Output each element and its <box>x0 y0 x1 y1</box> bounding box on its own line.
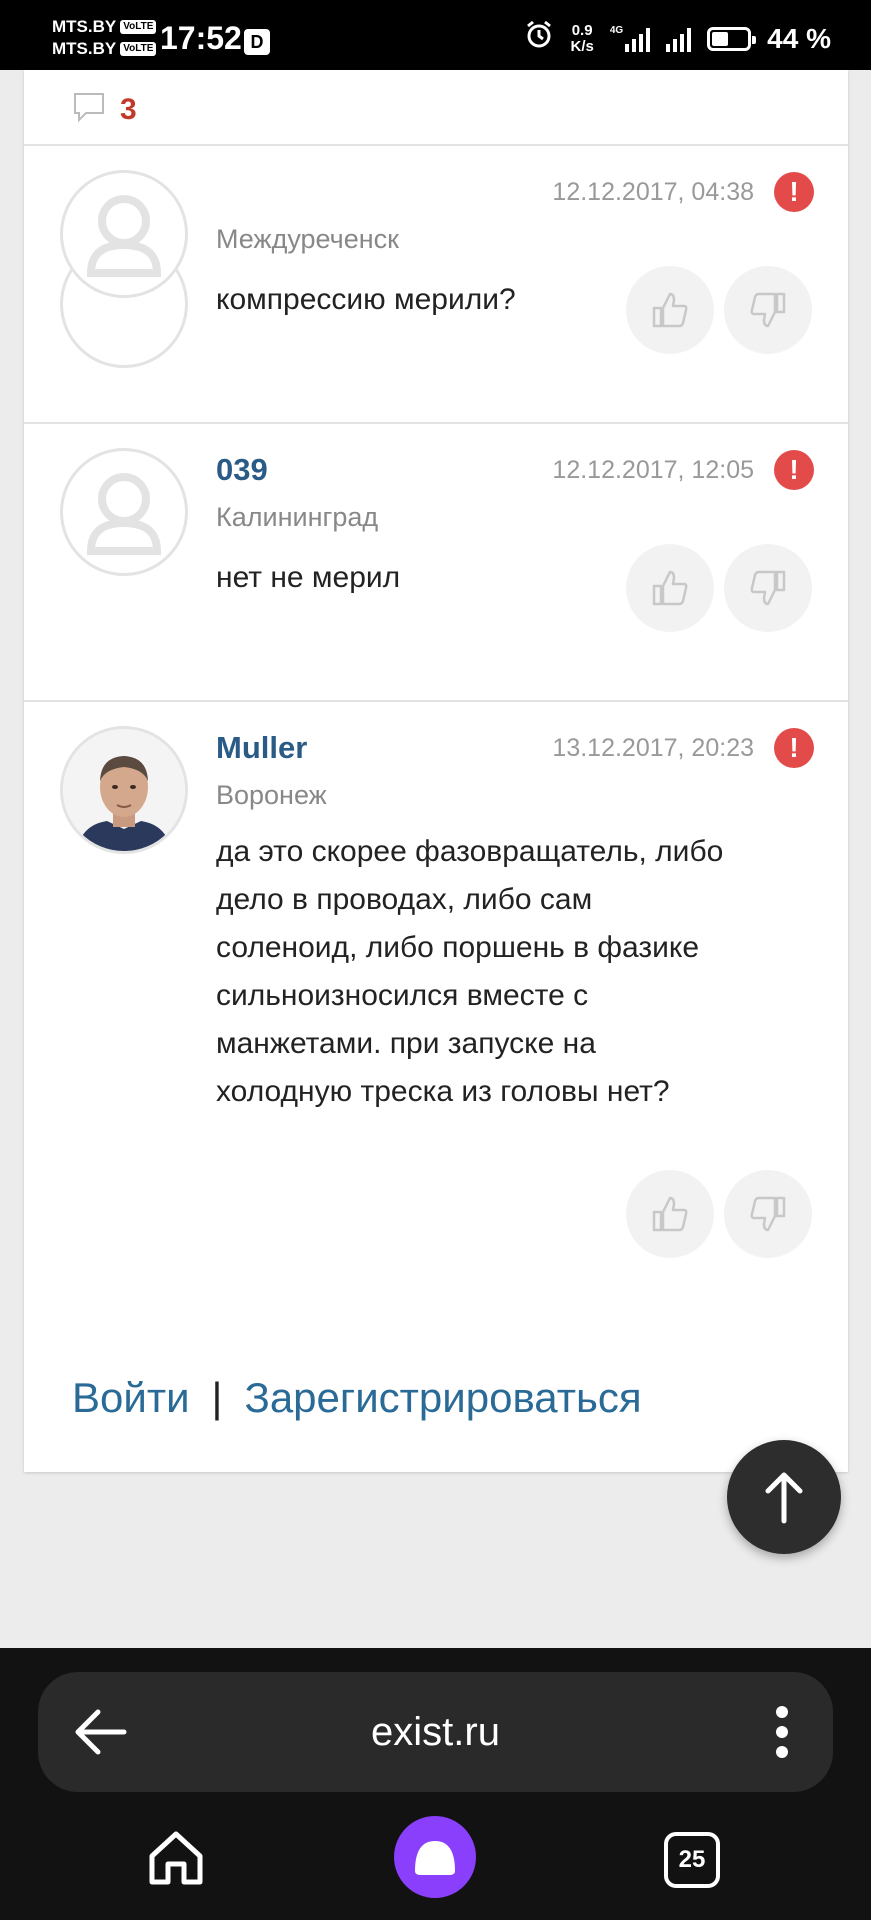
comment-text-line: соленоид, либо поршень в фазике <box>216 931 700 964</box>
dislike-button[interactable] <box>724 1170 812 1258</box>
d-badge: D <box>244 29 270 55</box>
speed-unit: K/s <box>570 37 594 55</box>
alice-assistant-button[interactable] <box>394 1816 476 1898</box>
battery-icon <box>707 26 757 51</box>
speed-value: 0.9 <box>571 21 593 39</box>
comments-count: 3 <box>72 90 137 129</box>
like-button[interactable] <box>626 544 714 632</box>
scroll-to-top-button[interactable] <box>727 1440 841 1554</box>
carrier-label: MTS.BY <box>52 39 117 58</box>
like-button[interactable] <box>626 1170 714 1258</box>
more-vert-icon[interactable] <box>775 1704 789 1765</box>
comment-text-line: да это скорее фазовращатель, либо <box>216 835 724 868</box>
auth-links: Войти | Зарегистрироваться <box>72 1374 642 1422</box>
browser-bottom-bar: exist.ru 25 <box>0 1648 871 1920</box>
dislike-button[interactable] <box>724 544 812 632</box>
battery-percent: 44 % <box>767 22 831 54</box>
report-button[interactable]: ! <box>774 172 814 212</box>
thumbs-up-icon <box>652 292 688 328</box>
comment-author[interactable]: 039 <box>216 452 268 488</box>
tabs-counter-button[interactable]: 25 <box>664 1832 720 1888</box>
address-bar[interactable]: exist.ru <box>38 1672 833 1792</box>
login-link[interactable]: Войти <box>72 1374 190 1422</box>
comment-text: компрессию мерили? <box>216 283 516 316</box>
alarm-icon <box>524 20 554 57</box>
comments-card: 3 12.12.2017, 04:38 ! Междуреченск компр… <box>24 70 848 1472</box>
status-icons: 0.9 K/s 4G 44 % <box>524 20 831 57</box>
auth-separator: | <box>211 1374 223 1421</box>
comment-text-line: сильноизносился вместе с <box>216 979 589 1012</box>
register-link[interactable]: Зарегистрироваться <box>244 1374 641 1422</box>
clock: 17:52 <box>160 20 242 56</box>
thumbs-up-icon <box>652 1196 688 1232</box>
like-button[interactable] <box>626 266 714 354</box>
signal-1: 4G <box>609 24 651 52</box>
comment-text: нет не мерил <box>216 561 401 594</box>
comment-text: да это скорее фазовращатель, либо дело в… <box>216 828 816 1116</box>
report-button[interactable]: ! <box>774 728 814 768</box>
volte-badge: VoLTE <box>120 20 157 34</box>
network-speed: 0.9 K/s <box>570 21 594 55</box>
comment-location: Воронеж <box>216 780 327 810</box>
thumbs-up-icon <box>652 570 688 606</box>
comment-author[interactable]: Muller <box>216 730 307 766</box>
comment-count: 3 <box>120 92 137 126</box>
url-text[interactable]: exist.ru <box>38 1710 833 1755</box>
thumbs-down-icon <box>750 292 786 328</box>
report-button[interactable]: ! <box>774 450 814 490</box>
default-avatar[interactable] <box>60 448 188 576</box>
default-avatar[interactable] <box>60 170 188 298</box>
signal-bars-icon <box>625 26 651 52</box>
comment-date: 13.12.2017, 20:23 <box>552 734 754 762</box>
alice-icon <box>415 1841 455 1875</box>
comment-date: 12.12.2017, 04:38 <box>552 178 754 206</box>
user-photo-avatar[interactable] <box>60 726 188 854</box>
carrier-info: MTS.BY VoLTE MTS.BY VoLTE <box>52 16 162 60</box>
dislike-button[interactable] <box>724 266 812 354</box>
divider <box>24 700 848 702</box>
comment-date: 12.12.2017, 12:05 <box>552 456 754 484</box>
comment-text-line: дело в проводах, либо сам <box>216 883 593 916</box>
comment-location: Калининград <box>216 502 379 532</box>
network-type: 4G <box>609 24 624 36</box>
carrier-label: MTS.BY <box>52 17 117 36</box>
arrow-up-icon <box>765 1472 803 1524</box>
comment-icon <box>72 90 106 129</box>
volte-badge: VoLTE <box>120 42 157 56</box>
thumbs-down-icon <box>750 570 786 606</box>
status-bar: MTS.BY VoLTE MTS.BY VoLTE 17:52 D 0.9 K/s … <box>0 0 871 70</box>
comment-text-line: холодную треска из головы нет? <box>216 1075 670 1108</box>
signal-bars-icon <box>666 26 692 52</box>
comment-text-line: манжетами. при запуске на <box>216 1027 596 1060</box>
divider <box>24 422 848 424</box>
home-icon[interactable] <box>146 1828 206 1893</box>
thumbs-down-icon <box>750 1196 786 1232</box>
comment-location: Междуреченск <box>216 224 399 254</box>
